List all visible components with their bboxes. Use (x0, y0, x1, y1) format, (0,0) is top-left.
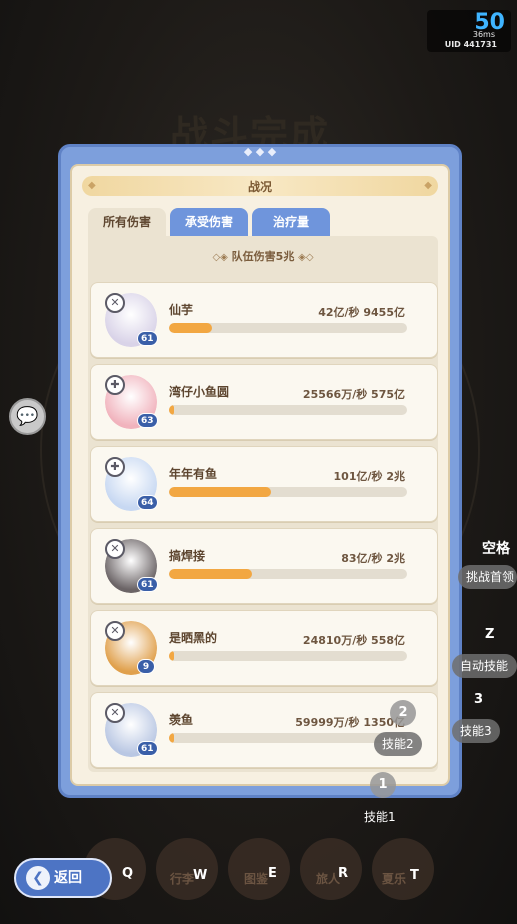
level-badge: 61 (137, 741, 158, 756)
nav-item-summer[interactable] (372, 838, 434, 900)
player-name: 年年有鱼 (169, 467, 218, 481)
space-key-label: 空格 (482, 541, 510, 557)
panel-inner: ◆ 战况 ◆ 所有伤害 承受伤害 治疗量 ◇◈ 队伍伤害5兆 ◈◇ ✕ 61 仙… (70, 164, 450, 786)
player-damage-stats: 25566万/秒 575亿 (302, 388, 405, 401)
sword-icon: ✕ (105, 703, 125, 723)
sword-icon: ✕ (105, 621, 125, 641)
back-button[interactable]: ❮ 返回 (14, 858, 112, 898)
team-total-label: 队伍伤害5兆 (231, 250, 295, 263)
auto-skill-button[interactable]: 自动技能 (452, 654, 517, 678)
player-damage-stats: 101亿/秒 2兆 (333, 470, 405, 483)
chat-bubble-icon: 💬 (16, 406, 39, 427)
panel-title-bar: ◆ 战况 ◆ (82, 176, 438, 196)
player-row[interactable]: ✕ 61 搞焊接 83亿/秒 2兆 (90, 528, 438, 604)
gem-right-icon: ◆ (424, 180, 432, 191)
nav-item-codex[interactable] (228, 838, 290, 900)
player-damage-stats: 83亿/秒 2兆 (341, 552, 405, 565)
damage-bar (169, 569, 407, 579)
player-damage-stats: 42亿/秒 9455亿 (318, 306, 405, 319)
player-row[interactable]: ✕ 61 羡鱼 59999万/秒 1350亿 (90, 692, 438, 768)
sword-icon: ✕ (105, 293, 125, 313)
level-badge: 61 (137, 331, 158, 346)
hotkey-t: T (410, 868, 419, 883)
panel-title: 战况 (247, 180, 272, 194)
skill-3-button[interactable]: 技能3 (452, 719, 500, 743)
uid-label: UID 441731 (444, 40, 497, 49)
back-label: 返回 (54, 870, 82, 886)
tab-healing[interactable]: 治疗量 (252, 208, 330, 236)
gem-left-icon: ◆ (88, 180, 96, 191)
player-row[interactable]: ✚ 63 湾仔小鱼圆 25566万/秒 575亿 (90, 364, 438, 440)
shield-icon: ✚ (105, 375, 125, 395)
damage-bar-fill (169, 405, 174, 415)
skill-1-button[interactable]: 技能1 (364, 808, 396, 825)
nav-item-luggage[interactable] (156, 838, 218, 900)
tab-all-damage[interactable]: 所有伤害 (88, 208, 166, 236)
player-name: 仙芋 (169, 303, 194, 317)
ping-readout: 36ms (472, 30, 495, 39)
ornament-right-icon: ◈◇ (298, 252, 314, 263)
key-3-label: 3 (474, 692, 484, 707)
damage-bar-fill (169, 487, 272, 497)
back-arrow-icon: ❮ (26, 866, 50, 890)
z-key-label: Z (485, 627, 495, 642)
nav-label-summer: 夏乐 (382, 872, 407, 886)
damage-bar-fill (169, 323, 212, 333)
nav-label-codex: 图鉴 (244, 872, 269, 886)
damage-bar (169, 651, 407, 661)
sword-icon: ✕ (105, 539, 125, 559)
tab-damage-taken[interactable]: 承受伤害 (170, 208, 248, 236)
damage-bar (169, 733, 407, 743)
player-damage-stats: 59999万/秒 1350亿 (295, 716, 405, 729)
hotkey-r: R (338, 866, 349, 881)
player-name: 搞焊接 (169, 549, 206, 563)
nav-label-luggage: 行李 (170, 872, 195, 886)
damage-bar-fill (169, 733, 174, 743)
team-total-damage: ◇◈ 队伍伤害5兆 ◈◇ (88, 248, 438, 264)
diamond-ornament-icon: ◆ ◆ ◆ (243, 145, 277, 158)
player-name: 羡鱼 (169, 713, 194, 727)
level-badge: 64 (137, 495, 158, 510)
player-name: 湾仔小鱼圆 (169, 385, 230, 399)
shield-icon: ✚ (105, 457, 125, 477)
nav-label-traveler: 旅人 (316, 872, 341, 886)
nav-item-traveler[interactable] (300, 838, 362, 900)
chat-button[interactable]: 💬 (9, 398, 46, 435)
hotkey-q: Q (122, 866, 134, 881)
hotkey-w: W (193, 868, 208, 883)
skill-2-button[interactable]: 技能2 (374, 732, 422, 756)
player-name: 是晒黑的 (169, 631, 218, 645)
ornament-left-icon: ◇◈ (212, 252, 228, 263)
damage-bar (169, 405, 407, 415)
player-row[interactable]: ✕ 9 是晒黑的 24810万/秒 558亿 (90, 610, 438, 686)
hotkey-e: E (268, 866, 277, 881)
key-1-label: 1 (370, 772, 396, 798)
damage-bar-fill (169, 651, 174, 661)
player-damage-stats: 24810万/秒 558亿 (302, 634, 405, 647)
damage-bar-fill (169, 569, 253, 579)
damage-bar (169, 323, 407, 333)
level-badge: 9 (137, 659, 155, 674)
damage-bar (169, 487, 407, 497)
key-2-label: 2 (390, 700, 416, 726)
player-row[interactable]: ✕ 61 仙芋 42亿/秒 9455亿 (90, 282, 438, 358)
player-row[interactable]: ✚ 64 年年有鱼 101亿/秒 2兆 (90, 446, 438, 522)
challenge-boss-button[interactable]: 挑战首领 (458, 565, 517, 589)
level-badge: 61 (137, 577, 158, 592)
level-badge: 63 (137, 413, 158, 428)
damage-list: ◇◈ 队伍伤害5兆 ◈◇ ✕ 61 仙芋 42亿/秒 9455亿 ✚ 63 湾仔… (88, 236, 438, 772)
